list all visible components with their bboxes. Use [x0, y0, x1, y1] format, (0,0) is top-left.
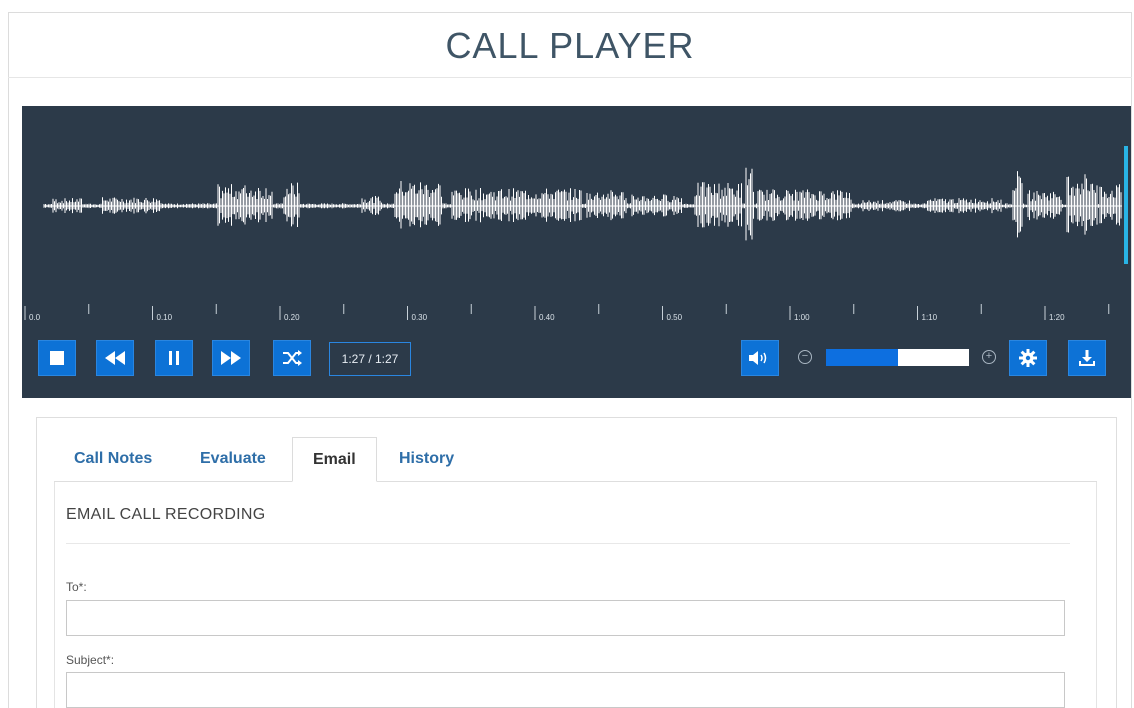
tab-email[interactable]: Email: [292, 437, 377, 482]
gear-icon: [1019, 349, 1037, 367]
section-divider: [66, 543, 1070, 544]
volume-button[interactable]: [741, 340, 779, 376]
rewind-icon: [105, 351, 125, 365]
subject-field[interactable]: [66, 672, 1065, 708]
volume-icon: [749, 351, 767, 365]
download-button[interactable]: [1068, 340, 1106, 376]
stop-button[interactable]: [38, 340, 76, 376]
shuffle-icon: [283, 350, 302, 366]
timeline-label: 0.10: [157, 313, 173, 322]
timeline-label: 0.30: [412, 313, 428, 322]
section-title: EMAIL CALL RECORDING: [66, 506, 266, 523]
timeline-label: 0.50: [667, 313, 683, 322]
player-controls: 1:27 / 1:27 − +: [22, 324, 1131, 398]
timeline-label: 0.0: [29, 313, 41, 322]
waveform-path: [43, 167, 1122, 241]
page-title: CALL PLAYER: [445, 25, 695, 66]
time-display: 1:27 / 1:27: [329, 342, 411, 376]
shuffle-button[interactable]: [273, 340, 311, 376]
to-label: To*:: [66, 580, 87, 594]
playhead[interactable]: [1124, 146, 1128, 264]
tab-history[interactable]: History: [379, 437, 474, 482]
timeline-ruler: 0.0 0.10 0.20 0.30 0.40 0.50 1:00 1:10 1:20: [24, 304, 1110, 322]
waveform[interactable]: [22, 106, 1131, 324]
tab-evaluate[interactable]: Evaluate: [180, 437, 286, 482]
tab-bar: Call Notes Evaluate Email History: [54, 437, 484, 482]
zoom-slider[interactable]: [826, 349, 969, 366]
timeline-label: 1:20: [1049, 313, 1065, 322]
fast-forward-icon: [221, 351, 241, 365]
tab-call-notes[interactable]: Call Notes: [54, 437, 172, 482]
timeline-label: 0.40: [539, 313, 555, 322]
stop-icon: [50, 351, 64, 365]
settings-button[interactable]: [1009, 340, 1047, 376]
timeline-label: 0.20: [284, 313, 300, 322]
zoom-out-icon[interactable]: −: [798, 350, 812, 364]
fast-forward-button[interactable]: [212, 340, 250, 376]
pause-icon: [169, 351, 179, 365]
timeline-label: 1:10: [922, 313, 938, 322]
audio-player: 0.0 0.10 0.20 0.30 0.40 0.50 1:00 1:10 1:20 1:27…: [22, 106, 1131, 398]
zoom-in-icon[interactable]: +: [982, 350, 996, 364]
timeline-label: 1:00: [794, 313, 810, 322]
download-icon: [1079, 350, 1095, 366]
subject-label: Subject*:: [66, 653, 115, 667]
header: CALL PLAYER: [8, 12, 1132, 78]
rewind-button[interactable]: [96, 340, 134, 376]
to-field[interactable]: [66, 600, 1065, 636]
zoom-slider-fill: [826, 349, 898, 366]
pause-button[interactable]: [155, 340, 193, 376]
